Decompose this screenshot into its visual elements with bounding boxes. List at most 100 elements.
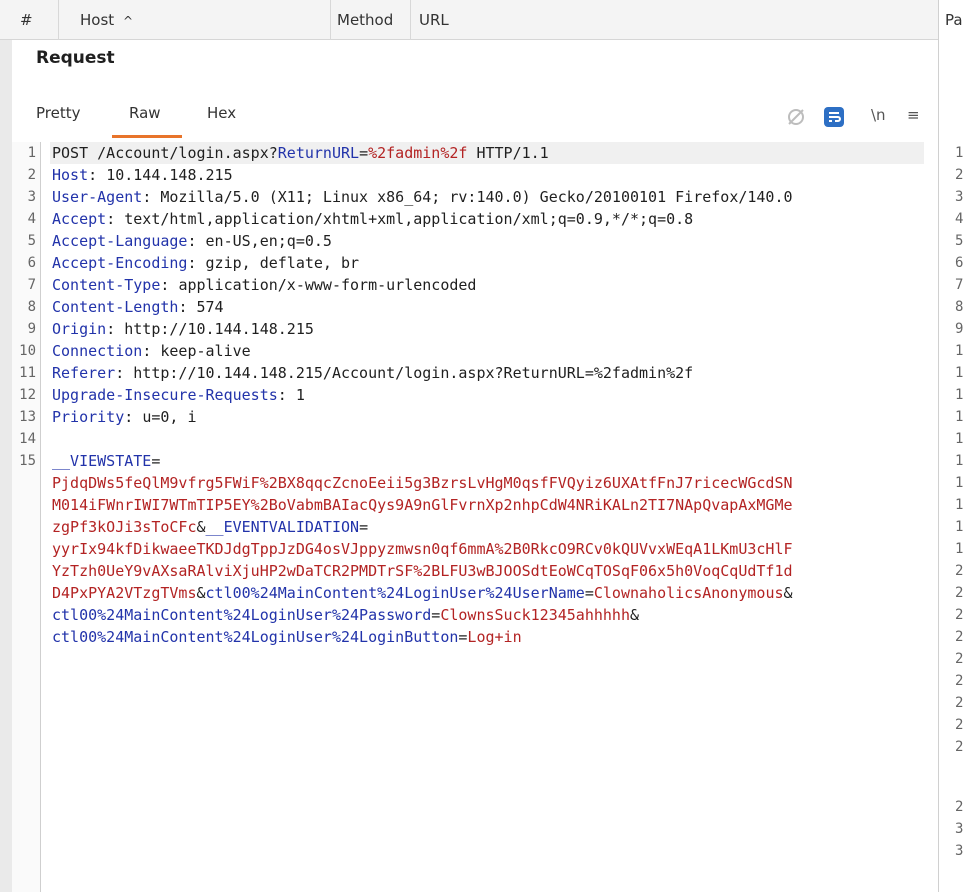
- header-line: Accept-Encoding: gzip, deflate, br: [52, 254, 360, 272]
- line-number: 9: [27, 321, 36, 337]
- header-name: Host: [52, 166, 89, 184]
- ampersand: &: [629, 606, 640, 624]
- body-line: __VIEWSTATE=: [52, 450, 160, 472]
- body-line: PjdqDWs5feQlM9vfrg5FWiF%2BX8qqcZcnoEeii5…: [52, 472, 793, 494]
- header-name: Content-Type: [52, 276, 161, 294]
- tab-pretty[interactable]: Pretty: [32, 98, 85, 138]
- header-name: Referer: [52, 364, 116, 382]
- panel-title: Request: [36, 48, 115, 68]
- header-name: Content-Length: [52, 298, 179, 316]
- header-line: User-Agent: Mozilla/5.0 (X11; Linux x86_…: [52, 188, 793, 206]
- header-name: Priority: [52, 408, 125, 426]
- body-param-key: ctl00%24MainContent%24LoginUser%24UserNa…: [205, 584, 585, 602]
- response-line-number: 20: [955, 563, 964, 579]
- body-param-key: __VIEWSTATE: [52, 452, 152, 470]
- line-number-gutter: 1 2 3 4 5 6 7 8 9 10 11 12 13 14 15: [12, 142, 41, 892]
- wrap-lines-icon[interactable]: [823, 106, 845, 127]
- line-number: 4: [27, 211, 36, 227]
- line-number: 1: [27, 145, 36, 161]
- response-line-number: 15: [955, 453, 964, 469]
- column-header-url[interactable]: URL: [419, 0, 449, 40]
- header-name: Upgrade-Insecure-Requests: [52, 386, 278, 404]
- tab-hex[interactable]: Hex: [203, 98, 240, 138]
- line-number: 6: [27, 255, 36, 271]
- response-line-number: 26: [955, 695, 964, 711]
- body-param-value: ClownsSuck12345ahhhhh: [440, 606, 630, 624]
- response-line-number: 13: [955, 409, 964, 425]
- ampersand: &: [196, 518, 206, 536]
- body-line: YzTzh0UeY9vAXsaRAlviXjuHP2wDaTCR2PMDTrSF…: [52, 560, 793, 582]
- response-line-number: 10: [955, 343, 964, 359]
- body-line: ctl00%24MainContent%24LoginUser%24Passwo…: [52, 604, 639, 626]
- line-number: 10: [19, 343, 36, 359]
- newline-toggle-icon[interactable]: \n: [871, 106, 886, 126]
- line-number: 3: [27, 189, 36, 205]
- header-value: keep-alive: [160, 342, 251, 360]
- header-name: User-Agent: [52, 188, 143, 206]
- equals-sign: =: [359, 518, 369, 536]
- body-param-key: ctl00%24MainContent%24LoginUser%24Passwo…: [52, 606, 432, 624]
- header-line: Referer: http://10.144.148.215/Account/l…: [52, 364, 694, 382]
- response-line-number: 17: [955, 497, 964, 513]
- tab-raw[interactable]: Raw: [112, 98, 181, 138]
- raw-request-editor[interactable]: 1 2 3 4 5 6 7 8 9 10 11 12 13 14 15 POST…: [12, 142, 938, 892]
- response-line-number: 22: [955, 607, 964, 623]
- column-header-index[interactable]: #: [20, 0, 33, 40]
- body-line: D4PxPYA2VTzgTVms&ctl00%24MainContent%24L…: [52, 582, 793, 604]
- response-line-number: 16: [955, 475, 964, 491]
- body-param-value: YzTzh0UeY9vAXsaRAlviXjuHP2wDaTCR2PMDTrSF…: [52, 562, 793, 580]
- header-value: Mozilla/5.0 (X11; Linux x86_64; rv:140.0…: [160, 188, 793, 206]
- body-line: yyrIx94kfDikwaeeTKDJdgTppJzDG4osVJppyzmw…: [52, 538, 793, 560]
- line-number: 2: [27, 167, 36, 183]
- response-line-number: 8: [955, 299, 964, 315]
- query-param-value: %2fadmin%2f: [368, 144, 468, 162]
- line-number: 14: [19, 431, 36, 447]
- line-number: 15: [19, 453, 36, 469]
- column-divider[interactable]: [330, 0, 331, 40]
- header-value: text/html,application/xhtml+xml,applicat…: [124, 210, 694, 228]
- equals-sign: =: [584, 584, 594, 602]
- header-value: 10.144.148.215: [106, 166, 233, 184]
- response-line-number: 29: [955, 799, 964, 815]
- request-method-path: POST /Account/login.aspx?: [52, 144, 278, 162]
- column-divider[interactable]: [410, 0, 411, 40]
- header-value: 574: [196, 298, 224, 316]
- header-line: Content-Type: application/x-www-form-url…: [52, 276, 477, 294]
- body-param-value: PjdqDWs5feQlM9vfrg5FWiF%2BX8qqcZcnoEeii5…: [52, 474, 793, 492]
- header-line: Upgrade-Insecure-Requests: 1: [52, 386, 305, 404]
- response-line-number: 19: [955, 541, 964, 557]
- header-line: Priority: u=0, i: [52, 408, 197, 426]
- header-value: en-US,en;q=0.5: [205, 232, 332, 250]
- response-line-number: 14: [955, 431, 964, 447]
- response-line-number: 30: [955, 821, 964, 837]
- response-line-number: 1: [955, 145, 964, 161]
- response-line-number: 18: [955, 519, 964, 535]
- response-line-number: 6: [955, 255, 964, 271]
- line-number: 12: [19, 387, 36, 403]
- response-line-number: 27: [955, 717, 964, 733]
- header-line: Connection: keep-alive: [52, 342, 251, 360]
- body-param-value: M014iFWnrIWI7WTmTIP5EY%2BoVabmBAIacQys9A…: [52, 496, 793, 514]
- history-table-header: # Host ^ Method URL: [0, 0, 964, 40]
- response-line-number: 7: [955, 277, 964, 293]
- column-divider[interactable]: [58, 0, 59, 40]
- column-header-host[interactable]: Host ^: [80, 0, 133, 40]
- response-line-number: 11: [955, 365, 964, 381]
- panel-menu-icon[interactable]: ≡: [907, 106, 920, 126]
- column-header-params[interactable]: Pa: [945, 0, 963, 40]
- header-name: Origin: [52, 320, 107, 338]
- header-value: http://10.144.148.215/Account/login.aspx…: [133, 364, 694, 382]
- column-header-method[interactable]: Method: [337, 0, 393, 40]
- hide-nonprintable-icon[interactable]: [785, 106, 807, 126]
- equals-sign: =: [151, 452, 161, 470]
- header-value: gzip, deflate, br: [205, 254, 360, 272]
- response-line-number: 4: [955, 211, 964, 227]
- header-value: application/x-www-form-urlencoded: [178, 276, 477, 294]
- response-line-number: 12: [955, 387, 964, 403]
- equals-sign: =: [359, 144, 369, 162]
- body-line: ctl00%24MainContent%24LoginUser%24LoginB…: [52, 626, 522, 648]
- header-line: Host: 10.144.148.215: [52, 166, 233, 184]
- header-line: Accept: text/html,application/xhtml+xml,…: [52, 210, 694, 228]
- response-line-number: 21: [955, 585, 964, 601]
- response-line-number: 5: [955, 233, 964, 249]
